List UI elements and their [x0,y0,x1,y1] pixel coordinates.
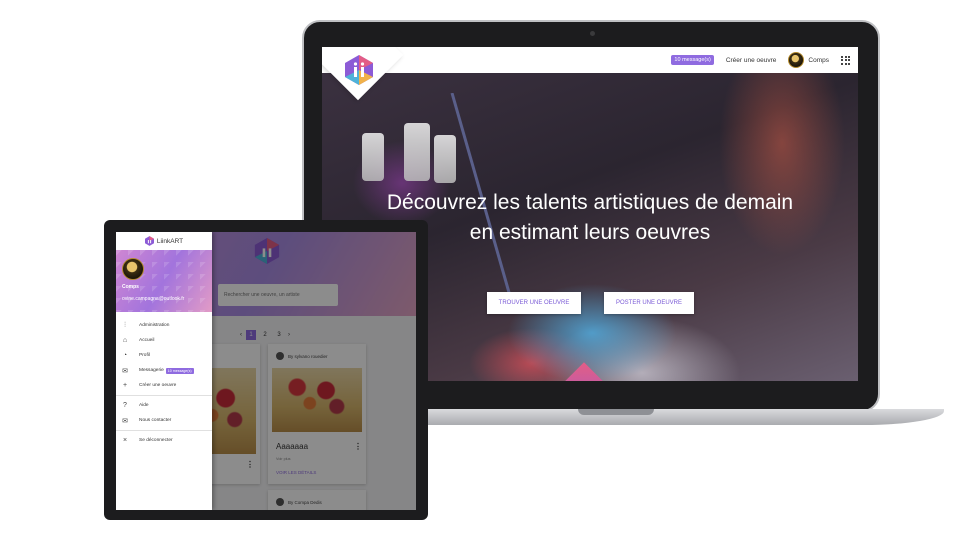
sliders-icon: ⫶ [124,321,126,329]
paint-bottle [362,133,384,181]
menu-divider [116,395,212,396]
drawer-brand[interactable]: LiinkART [116,232,212,250]
menu-item-home[interactable]: ⌂ Accueil [116,333,212,348]
plus-icon: + [122,382,128,389]
drawer-user-name: Comps [122,284,139,290]
menu-item-label: Profil [139,353,150,358]
menu-item-label: Messagerie [139,368,164,373]
top-navbar: 10 message(s) Créer une oeuvre Comps [322,47,858,73]
menu-item-create-artwork[interactable]: + Créer une oeuvre [116,378,212,393]
home-icon: ⌂ [122,337,128,344]
avatar[interactable] [788,52,805,68]
close-icon: × [122,437,128,444]
drawer-profile-header: Comps ovine.campagna@outlook.fr [116,250,212,312]
laptop-camera [590,31,595,36]
tablet-screen: Rechercher une oeuvre, un artiste ‹ 1 2 … [116,232,416,510]
drawer-menu: ⫶ Administration ⌂ Accueil ◔ Profil ✉ Me… [116,318,212,448]
help-icon: ? [123,402,127,409]
profile-icon: ◔ [122,352,128,359]
mail-icon: ✉ [122,417,128,425]
post-artwork-button[interactable]: POSTER UNE OEUVRE [604,292,694,314]
menu-item-logout[interactable]: × Se déconnecter [116,433,212,448]
user-menu[interactable]: Comps [788,52,829,68]
paint-bottle [404,123,430,181]
menu-item-contact[interactable]: ✉ Nous contacter [116,413,212,428]
apps-grid-icon[interactable] [841,55,850,65]
messages-badge[interactable]: 10 message(s) [671,55,714,65]
menu-item-label: Se déconnecter [139,438,173,443]
menu-item-administration[interactable]: ⫶ Administration [116,318,212,333]
menu-item-label: Accueil [139,338,155,343]
menu-divider [116,430,212,431]
messages-badge: 10 message(s) [165,367,194,374]
drawer-user-email: ovine.campagna@outlook.fr [122,296,185,302]
avatar[interactable] [122,258,144,280]
menu-item-help[interactable]: ? Aide [116,398,212,413]
liinkart-logo-icon [144,236,154,246]
find-artwork-button[interactable]: TROUVER UNE OEUVRE [487,292,581,314]
logo-peek [547,362,621,381]
nav-drawer: LiinkART Comps ovine.campagna@outlook.fr… [116,232,212,510]
device-mockup-stage: Découvrez les talents artistiques de dem… [0,0,960,540]
tablet-frame: Rechercher une oeuvre, un artiste ‹ 1 2 … [104,220,428,520]
create-artwork-link[interactable]: Créer une oeuvre [726,57,777,64]
menu-item-label: Créer une oeuvre [139,383,177,388]
user-name: Comps [808,56,829,64]
menu-item-messages[interactable]: ✉ Messagerie 10 message(s) [116,363,212,378]
menu-item-label: Administration [139,323,170,328]
liinkart-logo-icon[interactable] [345,55,373,85]
hero-title-line1: Découvrez les talents artistiques de dem… [386,191,794,214]
mail-icon: ✉ [122,367,128,375]
brand-name: LiinkART [156,237,184,245]
menu-item-label: Nous contacter [139,418,172,423]
menu-item-profile[interactable]: ◔ Profil [116,348,212,363]
laptop-notch [578,409,654,415]
menu-item-label: Aide [139,403,149,408]
